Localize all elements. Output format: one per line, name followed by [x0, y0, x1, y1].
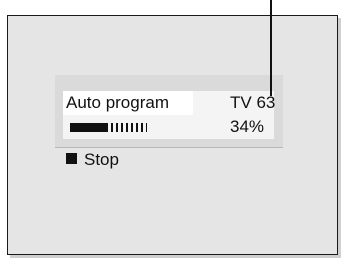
stop-label: Stop — [84, 150, 119, 169]
stop-square-icon — [66, 153, 77, 164]
channel-row: Auto program TV 63 — [63, 91, 276, 115]
channel-value: TV 63 — [230, 93, 276, 112]
progress-row: 34% — [63, 115, 274, 139]
progress-percent: 34% — [230, 117, 265, 136]
callout-line — [270, 0, 272, 96]
auto-program-highlight[interactable]: Auto program — [63, 91, 193, 115]
progress-bar-fill — [70, 123, 108, 132]
auto-program-label: Auto program — [66, 93, 169, 112]
auto-program-panel: Auto program TV 63 34% — [55, 75, 283, 148]
progress-bar-ticks — [111, 123, 147, 132]
